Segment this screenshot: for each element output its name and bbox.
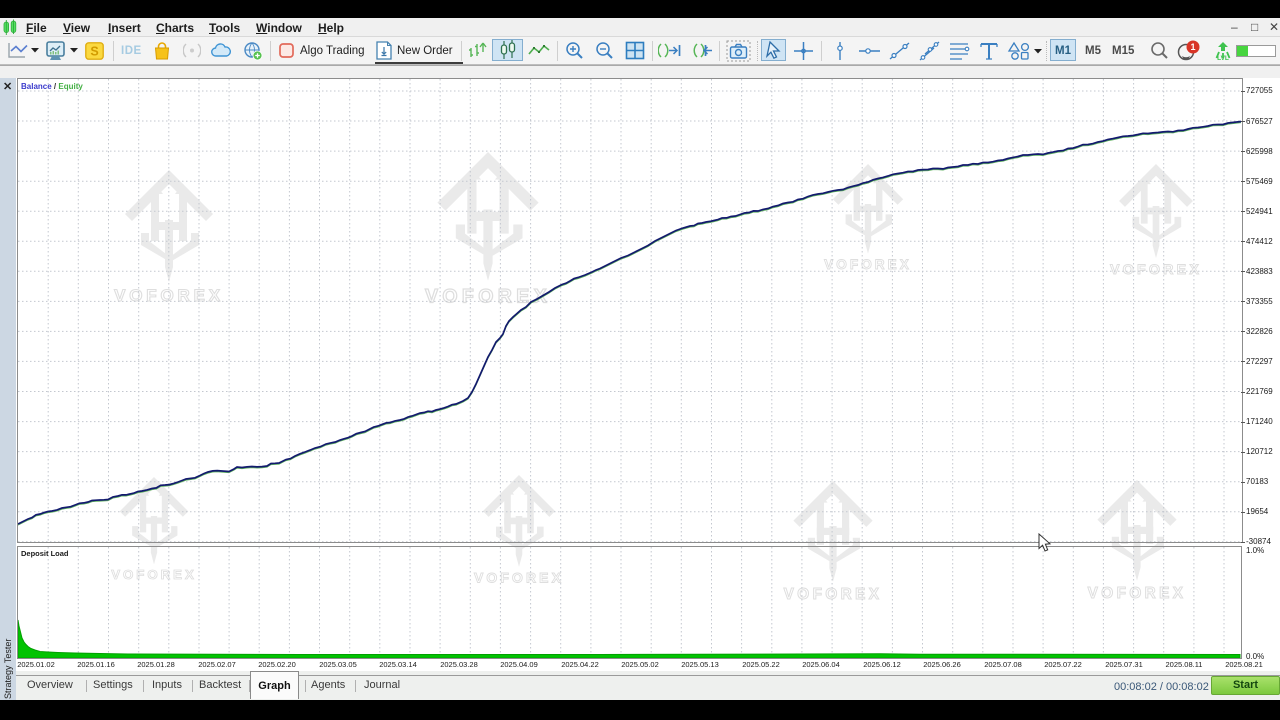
svg-text:LVL: LVL — [1217, 55, 1229, 61]
svg-text:1: 1 — [1190, 42, 1195, 52]
svg-text:S: S — [90, 45, 98, 59]
